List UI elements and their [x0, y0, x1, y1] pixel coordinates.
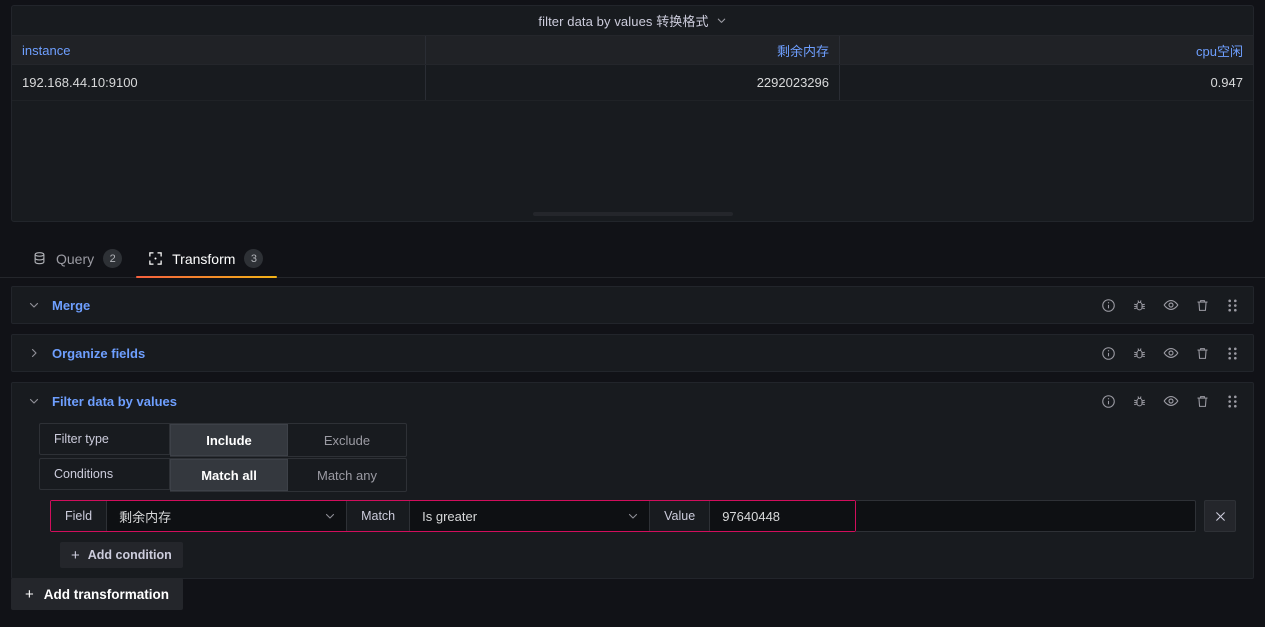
- conditions-mode-option-match-all[interactable]: Match all: [170, 459, 288, 491]
- condition-row: Field 剩余内存 Match Is greater Value 976404…: [50, 500, 1253, 532]
- table-cell-cpu-idle: 0.947: [1210, 75, 1243, 90]
- condition-value-input[interactable]: [710, 501, 856, 531]
- transformation-actions: [1101, 297, 1245, 313]
- condition-box: Field 剩余内存 Match Is greater Value 976404…: [50, 500, 857, 532]
- drag-handle-icon[interactable]: [1226, 346, 1239, 361]
- transform-icon: [148, 251, 163, 266]
- table-header-instance[interactable]: instance: [12, 36, 426, 64]
- add-condition-button[interactable]: + Add condition: [60, 542, 183, 568]
- filter-type-row: Filter type Include Exclude: [39, 423, 1253, 457]
- drag-handle-icon[interactable]: [1226, 298, 1239, 313]
- panel-resize-handle[interactable]: [532, 212, 733, 216]
- bug-icon[interactable]: [1132, 394, 1147, 409]
- chevron-down-icon: [627, 510, 639, 522]
- conditions-mode-option-match-any[interactable]: Match any: [288, 459, 406, 491]
- transformation-name-filter-data-by-values: Filter data by values: [52, 393, 177, 409]
- table-row: 192.168.44.10:9100 2292023296 0.947: [12, 65, 1253, 101]
- filter-type-option-exclude[interactable]: Exclude: [288, 424, 406, 456]
- info-icon[interactable]: [1101, 394, 1116, 409]
- tab-query-label: Query: [56, 250, 95, 267]
- condition-field-select[interactable]: 剩余内存: [107, 501, 348, 531]
- plus-icon: +: [25, 585, 34, 603]
- panel-preview: filter data by values 转换格式 instance 剩余内存…: [11, 5, 1254, 222]
- filter-type-radio-group: Include Exclude: [170, 423, 407, 457]
- condition-match-label: Match: [347, 501, 411, 531]
- condition-field-label: Field: [51, 501, 108, 531]
- tab-transform-label: Transform: [172, 250, 236, 267]
- conditions-mode-radio-group: Match all Match any: [170, 458, 407, 492]
- table-cell-free-memory: 2292023296: [426, 65, 840, 100]
- tab-query[interactable]: Query 2: [20, 240, 136, 277]
- info-icon[interactable]: [1101, 298, 1116, 313]
- trash-icon[interactable]: [1195, 298, 1210, 313]
- bug-icon[interactable]: [1132, 298, 1147, 313]
- data-table: instance 剩余内存 cpu空闲 192.168.44.10:9100 2…: [12, 35, 1253, 101]
- transformation-header-organize-fields[interactable]: Organize fields: [12, 335, 1253, 371]
- table-header-free-memory[interactable]: 剩余内存: [426, 36, 840, 64]
- condition-spacer: [856, 500, 1197, 532]
- tab-transform-badge: 3: [244, 249, 264, 268]
- transformation-header-merge[interactable]: Merge: [12, 287, 1253, 323]
- transformation-actions: [1101, 393, 1245, 409]
- transformation-card-organize-fields: Organize fields: [11, 334, 1254, 372]
- transformation-name-organize-fields: Organize fields: [52, 345, 146, 361]
- info-icon[interactable]: [1101, 346, 1116, 361]
- table-cell-instance: 192.168.44.10:9100: [12, 65, 426, 100]
- panel-header[interactable]: filter data by values 转换格式: [12, 6, 1253, 35]
- add-transformation-button[interactable]: + Add transformation: [11, 578, 184, 610]
- add-transformation-label: Add transformation: [43, 586, 170, 602]
- condition-field-value: 剩余内存: [119, 509, 172, 525]
- condition-value-label: Value: [650, 501, 711, 531]
- trash-icon[interactable]: [1195, 346, 1210, 361]
- filter-type-label: Filter type: [39, 423, 170, 455]
- transformation-actions: [1101, 345, 1245, 361]
- add-condition-label: Add condition: [87, 548, 172, 562]
- eye-icon[interactable]: [1163, 345, 1179, 361]
- chevron-down-icon[interactable]: [28, 299, 46, 311]
- condition-match-select[interactable]: Is greater: [410, 501, 651, 531]
- condition-remove-button[interactable]: [1204, 500, 1237, 532]
- trash-icon[interactable]: [1195, 394, 1210, 409]
- chevron-down-icon: [324, 510, 336, 522]
- transformation-header-filter-data-by-values[interactable]: Filter data by values: [12, 383, 1253, 419]
- panel-title: filter data by values 转换格式: [538, 14, 709, 29]
- chevron-right-icon[interactable]: [28, 347, 46, 359]
- chevron-down-icon[interactable]: [716, 15, 727, 26]
- eye-icon[interactable]: [1163, 393, 1179, 409]
- tab-transform[interactable]: Transform 3: [136, 240, 278, 278]
- transformations-list: Merge Organize fields Filter data by val…: [0, 286, 1265, 589]
- plus-icon: +: [71, 546, 80, 564]
- bug-icon[interactable]: [1132, 346, 1147, 361]
- condition-match-value: Is greater: [422, 508, 478, 524]
- tab-query-badge: 2: [103, 249, 123, 268]
- table-header-cpu-idle[interactable]: cpu空闲: [840, 36, 1253, 64]
- transformation-name-merge: Merge: [52, 297, 91, 313]
- close-icon: [1214, 510, 1227, 523]
- database-icon: [32, 251, 47, 266]
- drag-handle-icon[interactable]: [1226, 394, 1239, 409]
- conditions-mode-label: Conditions: [39, 458, 170, 490]
- transformation-card-filter-data-by-values: Filter data by values Filter type Includ…: [11, 382, 1254, 579]
- conditions-mode-row: Conditions Match all Match any: [39, 458, 1253, 492]
- editor-tabs: Query 2 Transform 3: [0, 240, 1265, 278]
- filter-type-option-include[interactable]: Include: [170, 424, 288, 456]
- table-header-row: instance 剩余内存 cpu空闲: [12, 35, 1253, 65]
- filter-editor: Filter type Include Exclude Conditions M…: [12, 419, 1253, 578]
- eye-icon[interactable]: [1163, 297, 1179, 313]
- transformation-card-merge: Merge: [11, 286, 1254, 324]
- chevron-down-icon[interactable]: [28, 395, 46, 407]
